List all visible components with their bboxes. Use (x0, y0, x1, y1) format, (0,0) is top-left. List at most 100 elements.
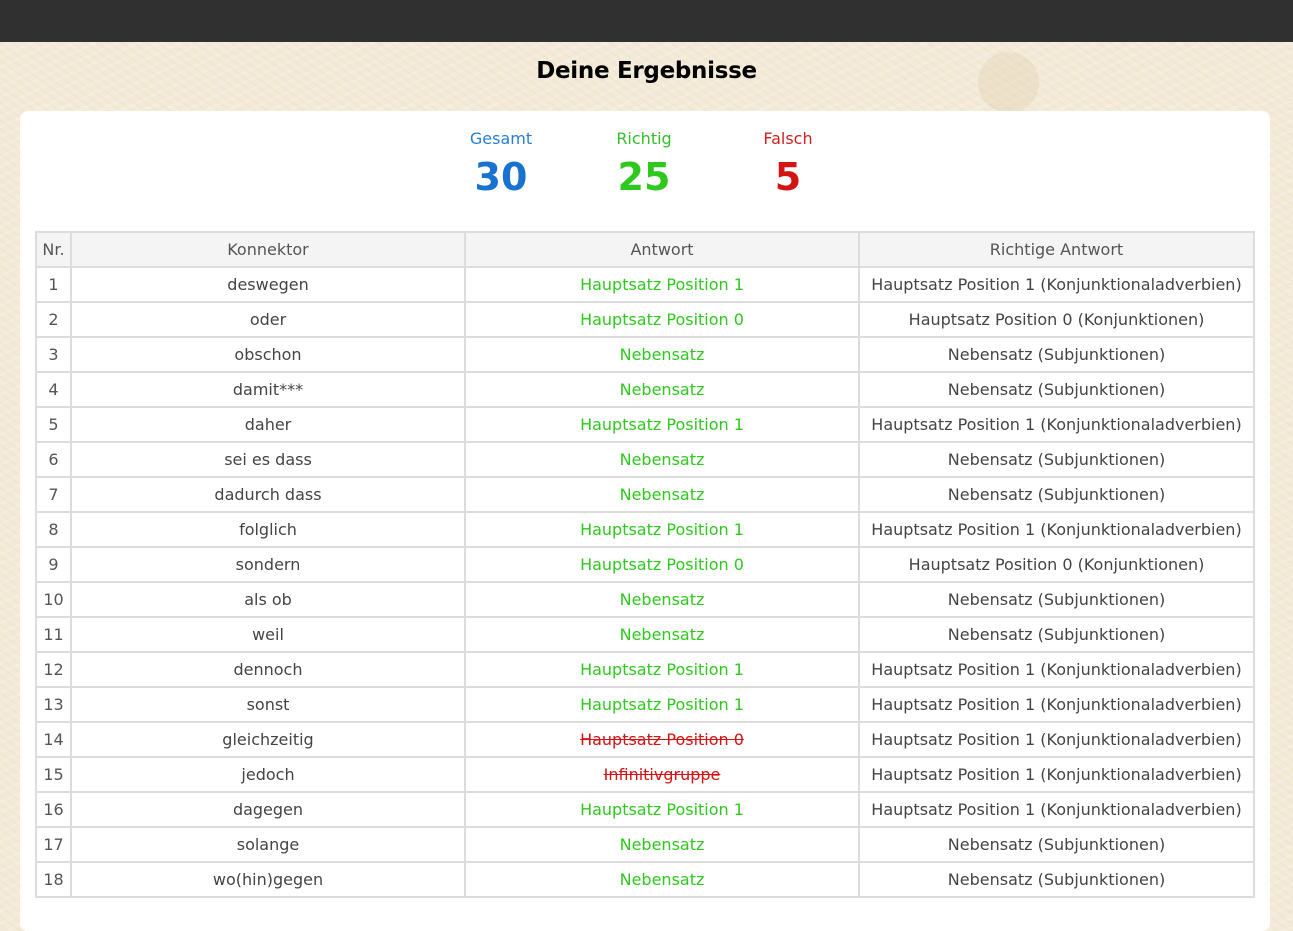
cell-richtige-antwort: Hauptsatz Position 1 (Konjunktionaladver… (858, 756, 1255, 793)
cell-richtige-antwort: Nebensatz (Subjunktionen) (858, 581, 1255, 618)
cell-antwort: Hauptsatz Position 1 (464, 791, 860, 828)
cell-richtige-antwort: Hauptsatz Position 1 (Konjunktionaladver… (858, 651, 1255, 688)
cell-nr: 18 (35, 861, 72, 898)
table-row: 8 folglich Hauptsatz Position 1 Hauptsatz P… (35, 511, 1255, 548)
header-nr: Nr. (35, 231, 72, 268)
cell-nr: 7 (35, 476, 72, 513)
table-row: 2 oder Hauptsatz Position 0 Hauptsatz Posit… (35, 301, 1255, 338)
cell-konnektor: gleichzeitig (70, 721, 466, 758)
header-konnektor: Konnektor (70, 231, 466, 268)
table-row: 18 wo(hin)gegen Nebensatz Nebensatz (Subjun… (35, 861, 1255, 898)
cell-antwort: Hauptsatz Position 1 (464, 266, 860, 303)
cell-antwort: Nebensatz (464, 581, 860, 618)
cell-antwort: Infinitivgruppe (464, 756, 860, 793)
table-row: 11 weil Nebensatz Nebensatz (Subjunktionen) (35, 616, 1255, 653)
cell-antwort: Hauptsatz Position 1 (464, 406, 860, 443)
stat-total: Gesamt 30 (431, 128, 571, 200)
table-row: 13 sonst Hauptsatz Position 1 Hauptsatz Pos… (35, 686, 1255, 723)
stat-correct-label: Richtig (616, 129, 672, 148)
table-row: 7 dadurch dass Nebensatz Nebensatz (Subjunk… (35, 476, 1255, 513)
cell-nr: 12 (35, 651, 72, 688)
cell-konnektor: obschon (70, 336, 466, 373)
stat-wrong-label: Falsch (763, 129, 813, 148)
cell-antwort: Nebensatz (464, 616, 860, 653)
cell-richtige-antwort: Hauptsatz Position 1 (Konjunktionaladver… (858, 511, 1255, 548)
table-row: 12 dennoch Hauptsatz Position 1 Hauptsatz P… (35, 651, 1255, 688)
cell-antwort: Nebensatz (464, 861, 860, 898)
cell-konnektor: dagegen (70, 791, 466, 828)
table-row: 15 jedoch Infinitivgruppe Hauptsatz Positio… (35, 756, 1255, 793)
cell-nr: 13 (35, 686, 72, 723)
cell-konnektor: deswegen (70, 266, 466, 303)
cell-nr: 17 (35, 826, 72, 863)
cell-konnektor: daher (70, 406, 466, 443)
table-row: 10 als ob Nebensatz Nebensatz (Subjunktione… (35, 581, 1255, 618)
stat-correct: Richtig 25 (574, 128, 714, 200)
cell-antwort: Nebensatz (464, 336, 860, 373)
cell-nr: 8 (35, 511, 72, 548)
cell-nr: 10 (35, 581, 72, 618)
cell-richtige-antwort: Nebensatz (Subjunktionen) (858, 616, 1255, 653)
cell-richtige-antwort: Hauptsatz Position 1 (Konjunktionaladver… (858, 686, 1255, 723)
table-row: 16 dagegen Hauptsatz Position 1 Hauptsatz P… (35, 791, 1255, 828)
cell-antwort: Hauptsatz Position 1 (464, 511, 860, 548)
cell-konnektor: folglich (70, 511, 466, 548)
cell-konnektor: als ob (70, 581, 466, 618)
cell-antwort: Nebensatz (464, 476, 860, 513)
table-row: 5 daher Hauptsatz Position 1 Hauptsatz Posi… (35, 406, 1255, 443)
table-header-row: Nr. Konnektor Antwort Richtige Antwort (35, 231, 1255, 268)
stat-wrong-value: 5 (774, 155, 802, 199)
table-row: 4 damit*** Nebensatz Nebensatz (Subjunktion… (35, 371, 1255, 408)
cell-nr: 11 (35, 616, 72, 653)
cell-konnektor: damit*** (70, 371, 466, 408)
table-row: 14 gleichzeitig Hauptsatz Position 0 Haupts… (35, 721, 1255, 758)
cell-richtige-antwort: Hauptsatz Position 0 (Konjunktionen) (858, 546, 1255, 583)
cell-konnektor: solange (70, 826, 466, 863)
cell-konnektor: sonst (70, 686, 466, 723)
cell-nr: 1 (35, 266, 72, 303)
cell-nr: 15 (35, 756, 72, 793)
cell-richtige-antwort: Nebensatz (Subjunktionen) (858, 441, 1255, 478)
cell-nr: 6 (35, 441, 72, 478)
stat-total-value: 30 (474, 155, 528, 199)
stat-wrong: Falsch 5 (718, 128, 858, 200)
cell-richtige-antwort: Nebensatz (Subjunktionen) (858, 826, 1255, 863)
cell-konnektor: oder (70, 301, 466, 338)
header-antwort: Antwort (464, 231, 860, 268)
cell-richtige-antwort: Hauptsatz Position 1 (Konjunktionaladver… (858, 721, 1255, 758)
cell-richtige-antwort: Hauptsatz Position 0 (Konjunktionen) (858, 301, 1255, 338)
cell-richtige-antwort: Nebensatz (Subjunktionen) (858, 336, 1255, 373)
cell-nr: 4 (35, 371, 72, 408)
cell-konnektor: jedoch (70, 756, 466, 793)
results-card: Gesamt 30 Richtig 25 Falsch 5 Nr. Konnek… (20, 111, 1270, 931)
cell-antwort: Nebensatz (464, 826, 860, 863)
cell-nr: 14 (35, 721, 72, 758)
cell-antwort: Hauptsatz Position 0 (464, 546, 860, 583)
table-row: 9 sondern Hauptsatz Position 0 Hauptsatz Po… (35, 546, 1255, 583)
stat-total-label: Gesamt (469, 129, 533, 148)
table-row: 3 obschon Nebensatz Nebensatz (Subjunktione… (35, 336, 1255, 373)
cell-nr: 5 (35, 406, 72, 443)
cell-nr: 16 (35, 791, 72, 828)
cell-antwort: Hauptsatz Position 1 (464, 686, 860, 723)
cell-antwort: Hauptsatz Position 1 (464, 651, 860, 688)
cell-konnektor: wo(hin)gegen (70, 861, 466, 898)
top-navbar (0, 0, 1293, 42)
results-table: Nr. Konnektor Antwort Richtige Antwort 1… (35, 231, 1255, 898)
cell-richtige-antwort: Nebensatz (Subjunktionen) (858, 476, 1255, 513)
cell-konnektor: dennoch (70, 651, 466, 688)
cell-richtige-antwort: Hauptsatz Position 1 (Konjunktionaladver… (858, 406, 1255, 443)
cell-antwort: Nebensatz (464, 371, 860, 408)
cell-konnektor: dadurch dass (70, 476, 466, 513)
cell-antwort: Hauptsatz Position 0 (464, 301, 860, 338)
stat-correct-value: 25 (617, 155, 671, 199)
cell-antwort: Nebensatz (464, 441, 860, 478)
cell-richtige-antwort: Nebensatz (Subjunktionen) (858, 861, 1255, 898)
page-title: Deine Ergebnisse (536, 58, 757, 84)
cell-richtige-antwort: Nebensatz (Subjunktionen) (858, 371, 1255, 408)
cell-nr: 2 (35, 301, 72, 338)
results-table-body: 1 deswegen Hauptsatz Position 1 Hauptsatz P… (35, 266, 1255, 898)
cell-richtige-antwort: Hauptsatz Position 1 (Konjunktionaladver… (858, 266, 1255, 303)
cell-konnektor: sei es dass (70, 441, 466, 478)
table-row: 6 sei es dass Nebensatz Nebensatz (Subjunkt… (35, 441, 1255, 478)
